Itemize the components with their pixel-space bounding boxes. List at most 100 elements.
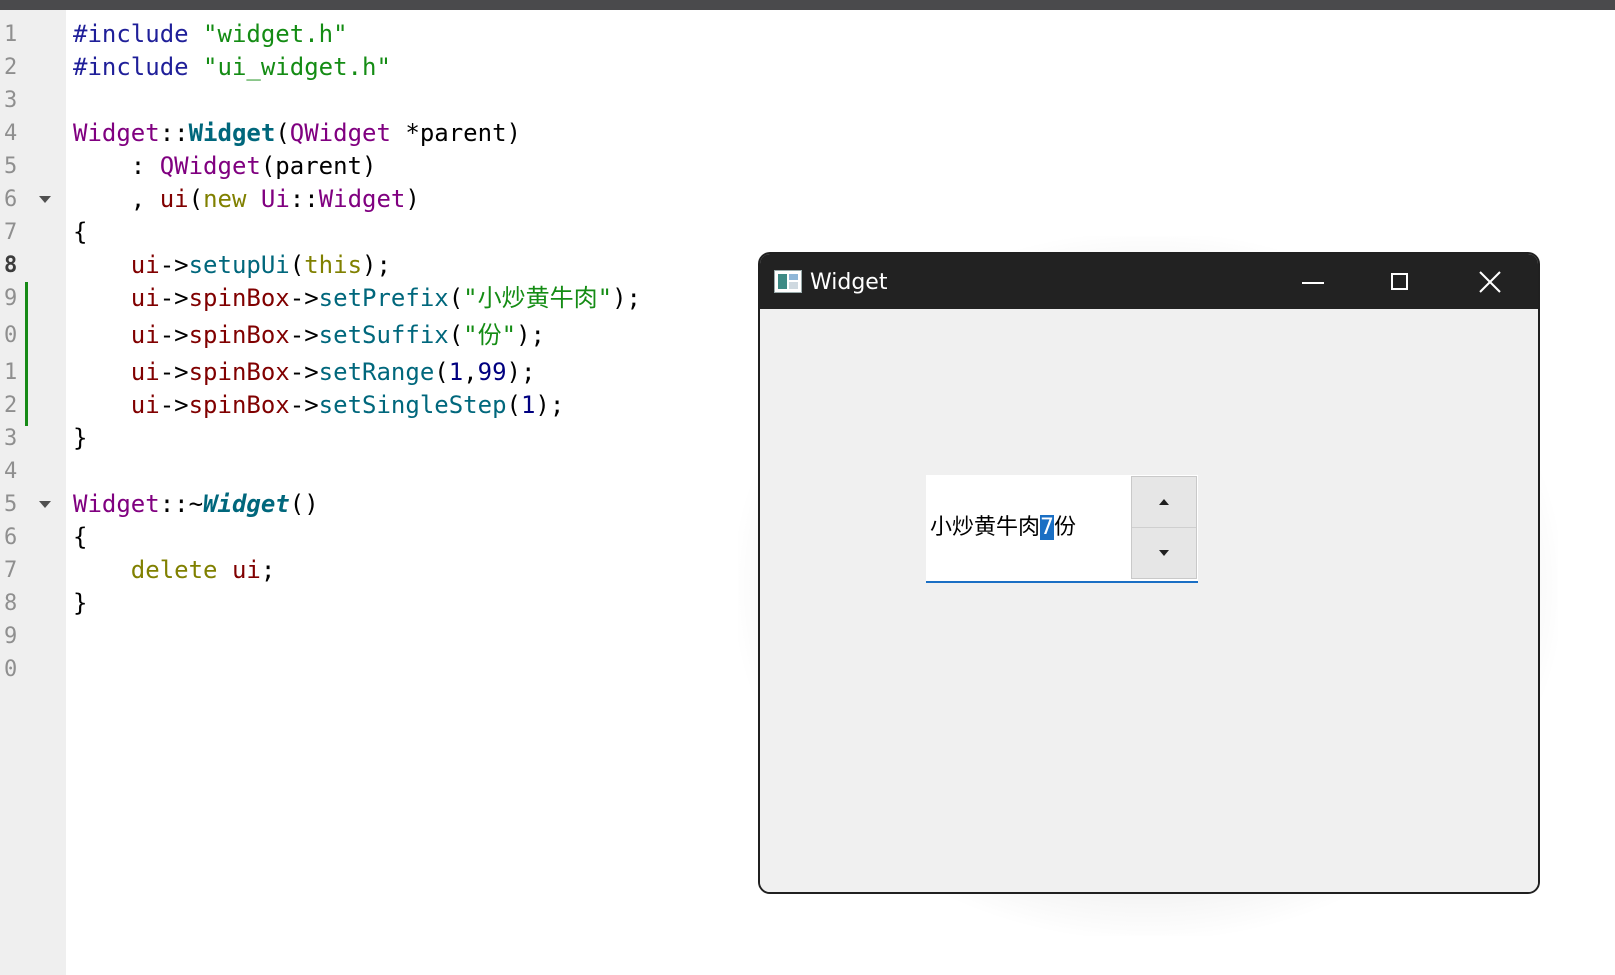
code-line[interactable]: ui->setupUi(this); — [73, 249, 391, 282]
spin-up-button[interactable] — [1132, 477, 1196, 528]
spin-box-text[interactable]: 小炒黄牛肉7份 — [930, 475, 1076, 581]
code-token: -> — [289, 358, 319, 386]
code-token: setupUi — [188, 251, 290, 279]
code-token: , — [463, 358, 478, 386]
spin-box[interactable]: 小炒黄牛肉7份 — [926, 475, 1198, 583]
code-line[interactable]: } — [73, 587, 87, 620]
code-token: QWidget — [159, 152, 261, 180]
code-token: Widget — [73, 490, 160, 518]
top-bar — [0, 0, 1615, 10]
widget-window: Widget 小炒黄牛肉7份 — [758, 252, 1540, 894]
spin-box-value[interactable]: 7 — [1040, 515, 1055, 540]
code-line[interactable]: Widget::~Widget() — [73, 488, 319, 521]
line-number: 1 — [4, 360, 18, 385]
code-token: ); — [362, 251, 391, 279]
code-token: -> — [289, 391, 319, 419]
code-token: *parent) — [390, 119, 521, 147]
line-number: 9 — [4, 286, 18, 311]
code-token: { — [73, 218, 88, 246]
code-line[interactable]: ui->spinBox->setPrefix("小炒黄牛肉"); — [73, 282, 641, 315]
code-token: ui — [130, 251, 160, 279]
code-token: ui — [159, 185, 189, 213]
code-token: () — [289, 490, 319, 518]
code-token: -> — [159, 321, 189, 349]
code-token: this — [304, 251, 363, 279]
code-token: spinBox — [188, 358, 290, 386]
code-line[interactable]: ui->spinBox->setSuffix("份"); — [73, 319, 545, 352]
code-token: ( — [448, 321, 464, 349]
code-token: 99 — [477, 358, 507, 386]
code-token: spinBox — [188, 391, 290, 419]
code-line[interactable]: #include "ui_widget.h" — [73, 51, 391, 84]
code-token: (parent) — [260, 152, 377, 180]
fold-arrow-icon[interactable] — [39, 196, 51, 203]
code-token: setRange — [318, 358, 435, 386]
line-number: 1 — [4, 22, 18, 47]
code-token: setSuffix — [318, 321, 449, 349]
code-token: "小炒黄牛肉" — [463, 284, 613, 312]
code-token: -> — [159, 251, 189, 279]
code-token: : — [73, 152, 160, 180]
code-line[interactable]: { — [73, 216, 87, 249]
spin-box-suffix: 份 — [1054, 515, 1077, 540]
code-token: 1 — [448, 358, 464, 386]
code-line[interactable]: ui->spinBox->setSingleStep(1); — [73, 389, 565, 422]
code-token: new — [203, 185, 247, 213]
fold-arrow-icon[interactable] — [39, 501, 51, 508]
close-icon — [1479, 271, 1501, 293]
line-number: 7 — [4, 558, 18, 583]
close-button[interactable] — [1445, 254, 1533, 309]
window-title: Widget — [810, 270, 888, 295]
line-number: 0 — [4, 323, 18, 348]
code-token: } — [73, 424, 88, 452]
code-token: ( — [506, 391, 521, 419]
code-token: Widget — [203, 490, 290, 518]
code-token: ( — [448, 284, 464, 312]
spin-box-prefix: 小炒黄牛肉 — [930, 515, 1041, 540]
line-number: 3 — [4, 426, 18, 451]
minimize-icon — [1302, 282, 1324, 284]
code-token: ui — [130, 391, 160, 419]
code-token: setPrefix — [318, 284, 449, 312]
window-title-bar[interactable]: Widget — [760, 254, 1538, 309]
code-token: spinBox — [188, 284, 290, 312]
minimize-button[interactable] — [1269, 254, 1357, 309]
line-number: 7 — [4, 220, 18, 245]
code-line[interactable]: delete ui; — [73, 554, 276, 587]
code-line[interactable]: #include "widget.h" — [73, 18, 348, 51]
code-line[interactable]: Widget::Widget(QWidget *parent) — [73, 117, 521, 150]
code-token: 1 — [520, 391, 536, 419]
code-token: ( — [434, 358, 449, 386]
modified-line-marker — [25, 356, 28, 393]
code-token: #include — [73, 53, 204, 81]
code-token: ui — [231, 556, 261, 584]
code-line[interactable]: ui->spinBox->setRange(1,99); — [73, 356, 536, 389]
spin-down-button[interactable] — [1132, 528, 1196, 578]
code-token: #include — [73, 20, 204, 48]
line-number: 6 — [4, 187, 18, 212]
line-number: 6 — [4, 525, 18, 550]
line-number: 2 — [4, 393, 18, 418]
code-token: :: — [159, 119, 189, 147]
code-token: { — [73, 523, 88, 551]
code-token: -> — [159, 391, 189, 419]
line-number: 5 — [4, 492, 18, 517]
window-client-area: 小炒黄牛肉7份 — [760, 309, 1538, 892]
maximize-button[interactable] — [1357, 254, 1445, 309]
code-line[interactable]: { — [73, 521, 87, 554]
spin-down-arrow-icon — [1159, 550, 1169, 556]
code-token: ); — [516, 321, 545, 349]
code-token: ui — [130, 284, 160, 312]
code-token: } — [73, 589, 88, 617]
code-token: ( — [275, 119, 290, 147]
code-line[interactable]: : QWidget(parent) — [73, 150, 377, 183]
code-line[interactable]: } — [73, 422, 87, 455]
code-line[interactable]: , ui(new Ui::Widget) — [73, 183, 420, 216]
line-number: 8 — [4, 253, 18, 278]
